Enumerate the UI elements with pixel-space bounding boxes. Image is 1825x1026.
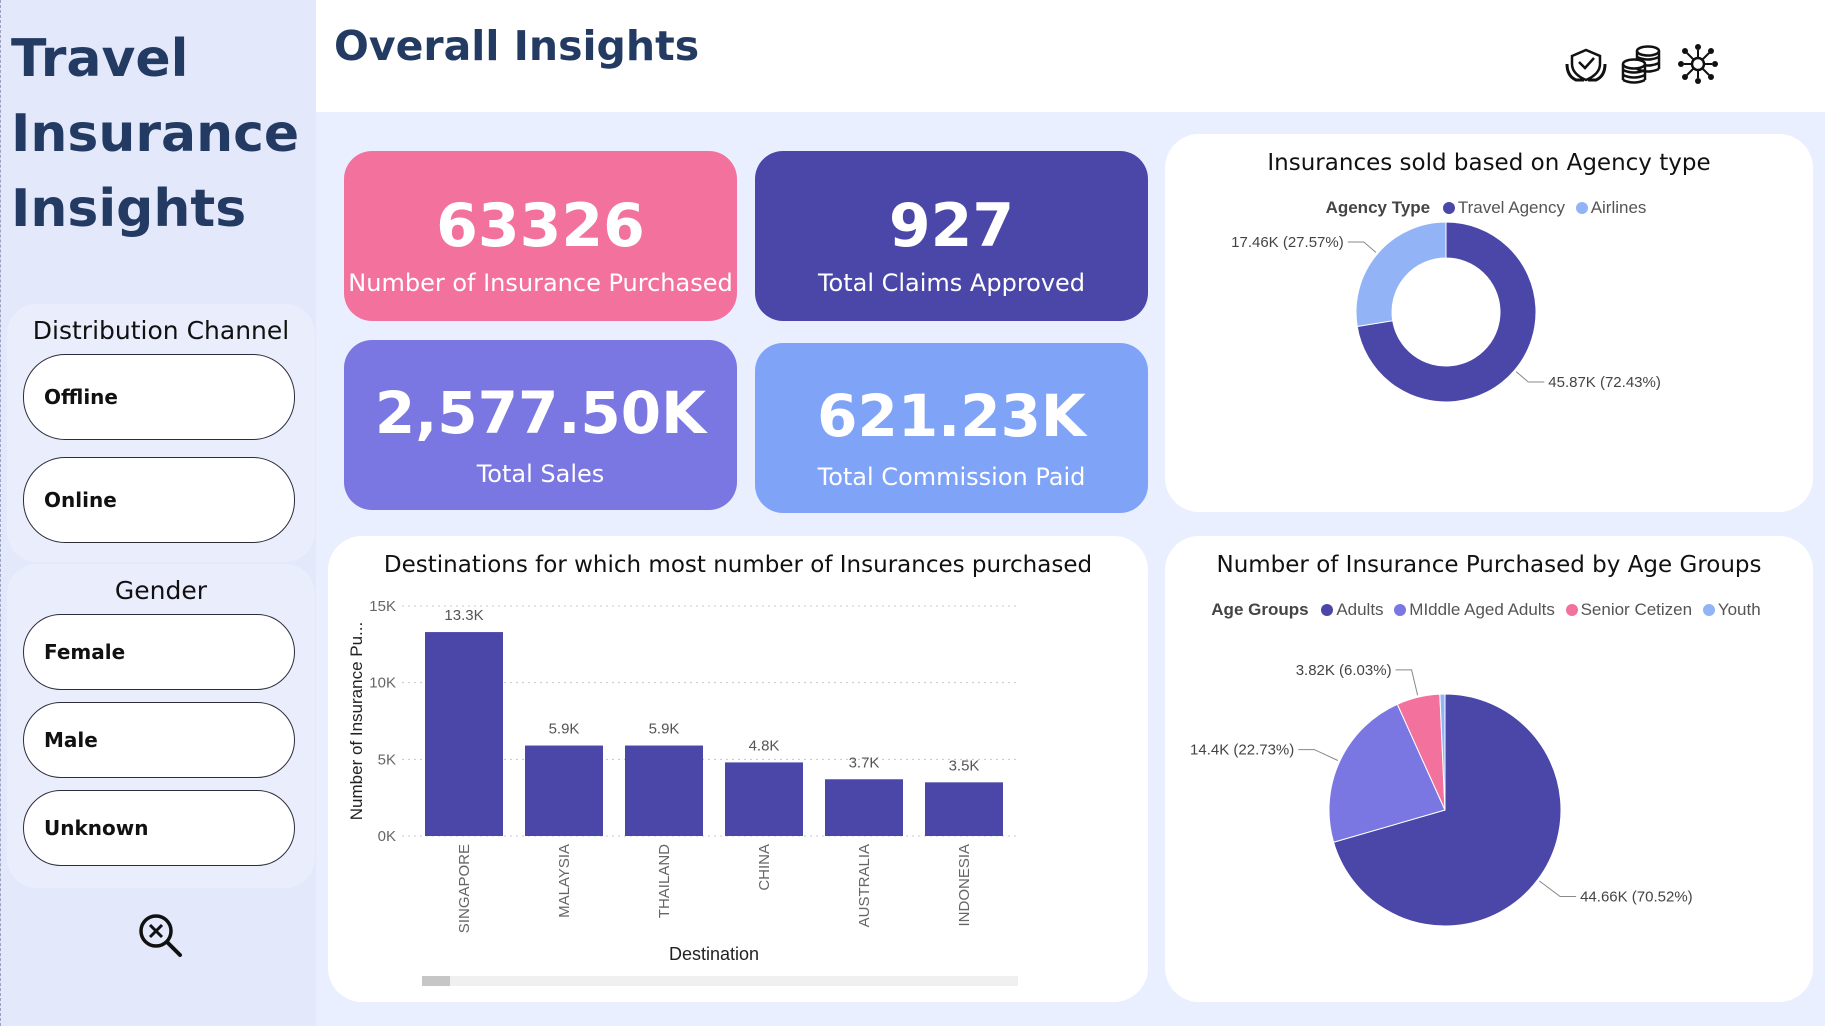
- data-label-leader: [1347, 241, 1377, 253]
- kpi-value: 621.23K: [817, 382, 1086, 450]
- slicer-title: Distribution Channel: [32, 316, 290, 345]
- x-axis-label: Destination: [669, 944, 759, 964]
- data-label-leader: [1298, 749, 1339, 761]
- data-label-leader: [1539, 880, 1577, 898]
- bar-data-label: 5.9K: [549, 721, 580, 738]
- destinations-bar-chart: 0K 5K 10K 15KNumber of Insurance Pu... 13.3K…: [347, 598, 1018, 986]
- slicer-option-online[interactable]: Online: [23, 457, 295, 543]
- app-title-line: Travel: [11, 29, 189, 89]
- x-tick-label: THAILAND: [656, 844, 673, 918]
- data-label: 45.87K (72.43%): [1548, 374, 1661, 391]
- bar-thailand: [625, 745, 703, 836]
- y-tick-label: 15K: [369, 598, 396, 615]
- gender-slicer: Gender Female Male Unknown: [7, 564, 315, 888]
- slicer-title: Gender: [114, 576, 208, 605]
- destinations-chart-card: Destinations for which most number of In…: [328, 536, 1148, 1002]
- kpi-label: Total Claims Approved: [817, 269, 1086, 297]
- data-label: 44.66K (70.52%): [1580, 889, 1693, 906]
- bar-data-label: 4.8K: [749, 737, 780, 754]
- y-tick-label: 0K: [378, 828, 396, 845]
- kpi-value: 927: [888, 191, 1015, 261]
- bar-data-label: 5.9K: [649, 721, 680, 738]
- kpi-label: Number of Insurance Purchased: [348, 269, 733, 297]
- data-label: 14.4K (22.73%): [1190, 742, 1294, 759]
- kpi-label: Total Sales: [476, 460, 605, 488]
- kpi-insurance-purchased: 63326 Number of Insurance Purchased: [344, 151, 737, 321]
- y-tick-label: 10K: [369, 675, 396, 692]
- pie-slice-airlines: [1355, 221, 1447, 328]
- agency-donut-chart: 45.87K (72.43%) 17.46K (27.57%): [1231, 221, 1661, 403]
- agency-type-chart-card: Insurances sold based on Agency type Age…: [1165, 134, 1813, 512]
- kpi-value: 63326: [436, 191, 645, 261]
- slicer-option-male[interactable]: Male: [23, 702, 295, 778]
- app-title: Travel Insurance Insights: [11, 22, 299, 247]
- app-title-line: Insights: [11, 179, 247, 239]
- x-tick-label: MALAYSIA: [556, 844, 573, 918]
- x-tick-label: SINGAPORE: [456, 844, 473, 933]
- data-label: 17.46K (27.57%): [1231, 234, 1344, 251]
- data-label-leader: [1515, 371, 1545, 383]
- insurance-hands-icon[interactable]: [1564, 42, 1608, 86]
- bar-data-label: 3.5K: [949, 757, 980, 774]
- kpi-commission-paid: 621.23K Total Commission Paid: [755, 343, 1148, 513]
- kpi-total-sales: 2,577.50K Total Sales: [344, 340, 737, 510]
- horizontal-scrollbar-track[interactable]: [422, 976, 1018, 986]
- bar-indonesia: [925, 782, 1003, 836]
- distribution-channel-slicer: Distribution Channel Offline Online: [7, 304, 315, 562]
- clear-filters-icon[interactable]: [137, 912, 183, 958]
- bar-data-label: 13.3K: [444, 607, 483, 624]
- network-hub-icon[interactable]: [1676, 42, 1720, 86]
- age-groups-chart-card: Number of Insurance Purchased by Age Gro…: [1165, 536, 1813, 1002]
- kpi-label: Total Commission Paid: [817, 463, 1086, 491]
- horizontal-scrollbar-thumb[interactable]: [422, 976, 450, 986]
- x-tick-label: AUSTRALIA: [856, 844, 873, 927]
- bar-malaysia: [525, 745, 603, 836]
- bar-australia: [825, 779, 903, 836]
- x-tick-label: INDONESIA: [956, 844, 973, 927]
- sidebar: Travel Insurance Insights Distribution C…: [0, 0, 316, 1026]
- data-label: 3.82K (6.03%): [1296, 662, 1392, 679]
- bar-data-label: 3.7K: [849, 754, 880, 771]
- age-groups-pie-chart: 44.66K (70.52%) 14.4K (22.73%) 3.82K (6.03…: [1190, 662, 1693, 927]
- y-tick-label: 5K: [378, 751, 396, 768]
- kpi-claims-approved: 927 Total Claims Approved: [755, 151, 1148, 321]
- slicer-option-offline[interactable]: Offline: [23, 354, 295, 440]
- bar-china: [725, 762, 803, 836]
- coins-stack-icon[interactable]: [1620, 42, 1664, 86]
- bar-singapore: [425, 632, 503, 836]
- page-title: Overall Insights: [334, 22, 700, 70]
- y-axis-label: Number of Insurance Pu...: [347, 622, 366, 820]
- app-title-line: Insurance: [11, 104, 300, 164]
- header-bar: Overall Insights: [316, 0, 1825, 112]
- data-label-leader: [1395, 669, 1419, 696]
- kpi-value: 2,577.50K: [374, 379, 707, 447]
- x-tick-label: CHINA: [756, 844, 773, 891]
- slicer-option-unknown[interactable]: Unknown: [23, 790, 295, 866]
- slicer-option-female[interactable]: Female: [23, 614, 295, 690]
